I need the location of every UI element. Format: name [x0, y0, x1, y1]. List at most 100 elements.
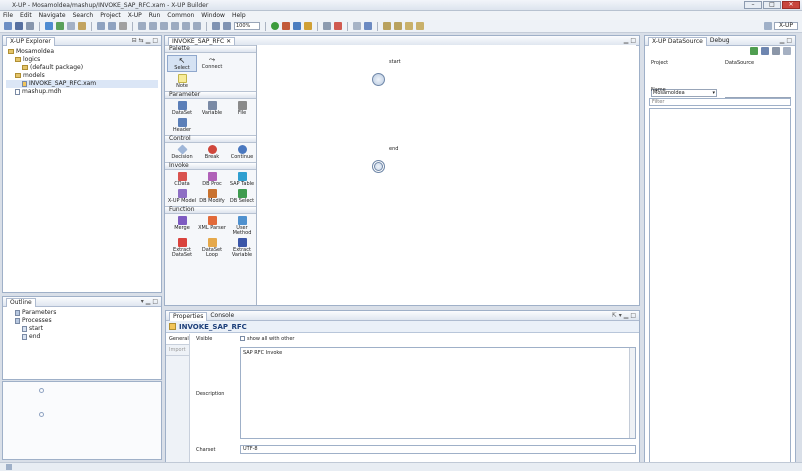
- link-editor-icon[interactable]: ⇆: [139, 37, 144, 44]
- maximize-button[interactable]: □: [763, 1, 781, 9]
- save-icon[interactable]: [15, 22, 23, 30]
- palette-item[interactable]: XML Parser: [197, 216, 227, 236]
- description-textarea[interactable]: SAP RFC Invoke: [240, 347, 636, 439]
- zoom-select[interactable]: 100%: [234, 22, 260, 30]
- palette-item[interactable]: DB Proc: [197, 172, 227, 187]
- palette-item[interactable]: Continue: [227, 145, 257, 160]
- visible-checkbox[interactable]: [240, 336, 245, 341]
- start-node[interactable]: [372, 73, 385, 86]
- palette-item[interactable]: Extract Variable: [227, 238, 257, 258]
- explorer-tab[interactable]: X-UP Explorer: [6, 36, 55, 46]
- view-menu-icon[interactable]: ▾: [141, 298, 144, 305]
- tree-item[interactable]: start: [6, 325, 158, 333]
- palette-section-invoke[interactable]: Invoke: [165, 162, 256, 170]
- maximize-icon[interactable]: □: [630, 312, 636, 319]
- tree-item[interactable]: Processes: [6, 317, 158, 325]
- end-node[interactable]: [372, 160, 385, 173]
- debug-icon[interactable]: [282, 22, 290, 30]
- filter-icon[interactable]: [761, 47, 769, 55]
- tools-icon[interactable]: [323, 22, 331, 30]
- vertical-scrollbar[interactable]: [629, 348, 635, 438]
- menu-file[interactable]: File: [3, 12, 13, 19]
- palette-item[interactable]: Decision: [167, 144, 197, 160]
- cut-icon[interactable]: [119, 22, 127, 30]
- palette-item[interactable]: File: [227, 101, 257, 116]
- minimize-button[interactable]: –: [744, 1, 762, 9]
- tree-item[interactable]: INVOKE_SAP_RFC.xam: [6, 80, 158, 88]
- refresh-icon[interactable]: [56, 22, 64, 30]
- minimize-icon[interactable]: ▁: [146, 298, 151, 305]
- collapse-all-icon[interactable]: ⊟: [132, 37, 137, 44]
- menu-window[interactable]: Window: [201, 12, 225, 19]
- tree-item[interactable]: Parameters: [6, 309, 158, 317]
- palette-section-control[interactable]: Control: [165, 135, 256, 143]
- perspective-xup[interactable]: X-UP: [774, 22, 798, 30]
- print-icon[interactable]: [26, 22, 34, 30]
- import-tab[interactable]: Import: [166, 345, 189, 356]
- maximize-icon[interactable]: □: [152, 37, 158, 44]
- palette-section-function[interactable]: Function: [165, 206, 256, 214]
- align-right-icon[interactable]: [160, 22, 168, 30]
- tree-item[interactable]: logics: [6, 56, 158, 64]
- nav-next-icon[interactable]: [383, 22, 391, 30]
- maximize-icon[interactable]: □: [786, 37, 792, 44]
- nav-prev-icon[interactable]: [394, 22, 402, 30]
- open-perspective-icon[interactable]: [764, 22, 772, 30]
- align-center-icon[interactable]: [149, 22, 157, 30]
- menu-search[interactable]: Search: [73, 12, 94, 19]
- paste-icon[interactable]: [78, 22, 86, 30]
- tree-item[interactable]: Mosamoldea: [6, 48, 158, 56]
- minimize-icon[interactable]: ▁: [624, 312, 629, 319]
- palette-item[interactable]: DataSet: [167, 101, 197, 116]
- open-type-icon[interactable]: [364, 22, 372, 30]
- align-middle-icon[interactable]: [182, 22, 190, 30]
- view-menu-icon[interactable]: ▾: [619, 312, 622, 319]
- view-icon[interactable]: [783, 47, 791, 55]
- refresh-icon[interactable]: [750, 47, 758, 55]
- palette-item[interactable]: User Method: [227, 216, 257, 236]
- deploy-icon[interactable]: [304, 22, 312, 30]
- test-icon[interactable]: [293, 22, 301, 30]
- tree-item[interactable]: (default package): [6, 64, 158, 72]
- align-left-icon[interactable]: [138, 22, 146, 30]
- charset-field[interactable]: UTF-8: [240, 445, 636, 454]
- palette-item[interactable]: Merge: [167, 216, 197, 236]
- undo-icon[interactable]: [97, 22, 105, 30]
- pin-icon[interactable]: ⇱: [612, 312, 617, 319]
- maximize-icon[interactable]: □: [152, 298, 158, 305]
- datasource-tab[interactable]: X-UP DataSource: [648, 36, 707, 46]
- tree-item[interactable]: end: [6, 333, 158, 341]
- tool-select[interactable]: ↖ Select: [167, 55, 197, 72]
- minimize-icon[interactable]: ▁: [624, 37, 629, 44]
- debug-tab[interactable]: Debug: [710, 37, 730, 44]
- new-icon[interactable]: [4, 22, 12, 30]
- palette-item[interactable]: DB Select: [227, 189, 257, 204]
- diagram-canvas[interactable]: start end: [257, 45, 636, 305]
- zoom-out-icon[interactable]: [223, 22, 231, 30]
- run-icon[interactable]: [271, 22, 279, 30]
- back-icon[interactable]: [405, 22, 413, 30]
- menu-project[interactable]: Project: [100, 12, 121, 19]
- palette-item[interactable]: SAP Table: [227, 172, 257, 187]
- align-top-icon[interactable]: [171, 22, 179, 30]
- palette-item[interactable]: Variable: [197, 101, 227, 116]
- copy-icon[interactable]: [67, 22, 75, 30]
- palette-item[interactable]: Break: [197, 145, 227, 160]
- minimize-icon[interactable]: ▁: [780, 37, 785, 44]
- menu-edit[interactable]: Edit: [20, 12, 32, 19]
- forward-icon[interactable]: [416, 22, 424, 30]
- outline-tab[interactable]: Outline: [6, 297, 36, 307]
- console-tab[interactable]: Console: [210, 312, 234, 319]
- palette-item[interactable]: DB Modify: [197, 189, 227, 204]
- menu-help[interactable]: Help: [232, 12, 246, 19]
- properties-tab[interactable]: Properties: [169, 311, 208, 321]
- menu-common[interactable]: Common: [167, 12, 194, 19]
- minimize-icon[interactable]: ▁: [146, 37, 151, 44]
- settings-icon[interactable]: [772, 47, 780, 55]
- datasource-list[interactable]: [649, 108, 791, 463]
- palette-item[interactable]: DataSet Loop: [197, 238, 227, 258]
- menu-navigate[interactable]: Navigate: [39, 12, 66, 19]
- search-icon[interactable]: [353, 22, 361, 30]
- tree-item[interactable]: mashup.mdh: [6, 88, 158, 96]
- palette-item[interactable]: Extract DataSet: [167, 238, 197, 258]
